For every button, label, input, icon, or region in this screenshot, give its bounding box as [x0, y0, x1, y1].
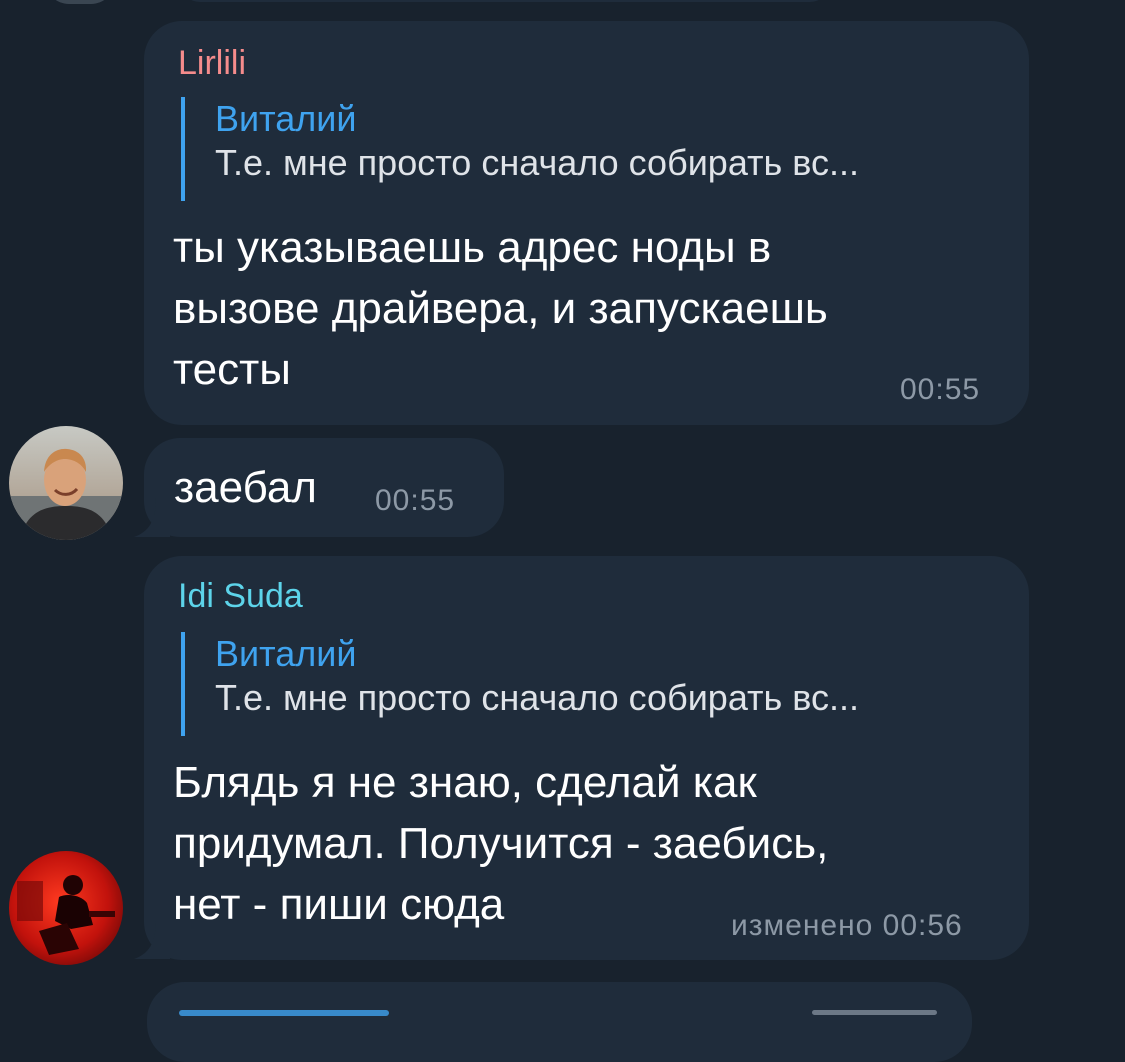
reply-author: Виталий — [215, 633, 357, 674]
reply-text: Т.е. мне просто сначало собирать вс... — [215, 142, 860, 183]
message-bubble-short[interactable]: заебал 00:55 — [144, 438, 504, 537]
message-line: тесты — [173, 345, 291, 394]
partial-time — [812, 1010, 937, 1015]
bubble-tail — [134, 498, 170, 537]
message-time: 00:55 — [375, 484, 456, 517]
message-line: ты указываешь адрес ноды в — [173, 223, 772, 272]
message-line: вызове драйвера, и запускаешь — [173, 284, 828, 333]
sender-name[interactable]: Lirlili — [178, 43, 246, 83]
message-bubble-idi-suda[interactable]: Idi Suda Виталий Т.е. мне просто сначало… — [144, 556, 1029, 960]
message-text: заебал — [174, 463, 317, 512]
partial-sender-name — [179, 998, 389, 1016]
sender-name[interactable]: Idi Suda — [178, 576, 303, 616]
message-line: придумал. Получится - заебись, — [173, 819, 829, 868]
message-bubble-lirlili[interactable]: Lirlili Виталий Т.е. мне просто сначало … — [144, 21, 1029, 425]
message-text: ты указываешь адрес ноды в вызове драйве… — [173, 217, 828, 400]
partial-avatar-top — [45, 0, 115, 4]
avatar-photo-1-icon — [9, 426, 123, 540]
partial-bubble-bottom — [147, 982, 972, 1062]
reply-preview[interactable]: Виталий Т.е. мне просто сначало собирать… — [181, 97, 859, 201]
avatar[interactable] — [9, 851, 123, 965]
bubble-tail — [134, 920, 170, 959]
avatar-photo-2-icon — [9, 851, 123, 965]
reply-preview[interactable]: Виталий Т.е. мне просто сначало собирать… — [181, 632, 859, 736]
message-time-edited: изменено 00:56 — [731, 909, 963, 942]
reply-author: Виталий — [215, 98, 357, 139]
avatar[interactable] — [9, 426, 123, 540]
message-text: Блядь я не знаю, сделай как придумал. По… — [173, 752, 828, 935]
partial-bubble-top — [180, 0, 830, 2]
message-line: Блядь я не знаю, сделай как — [173, 758, 757, 807]
message-time: 00:55 — [900, 373, 981, 406]
reply-text: Т.е. мне просто сначало собирать вс... — [215, 677, 860, 718]
